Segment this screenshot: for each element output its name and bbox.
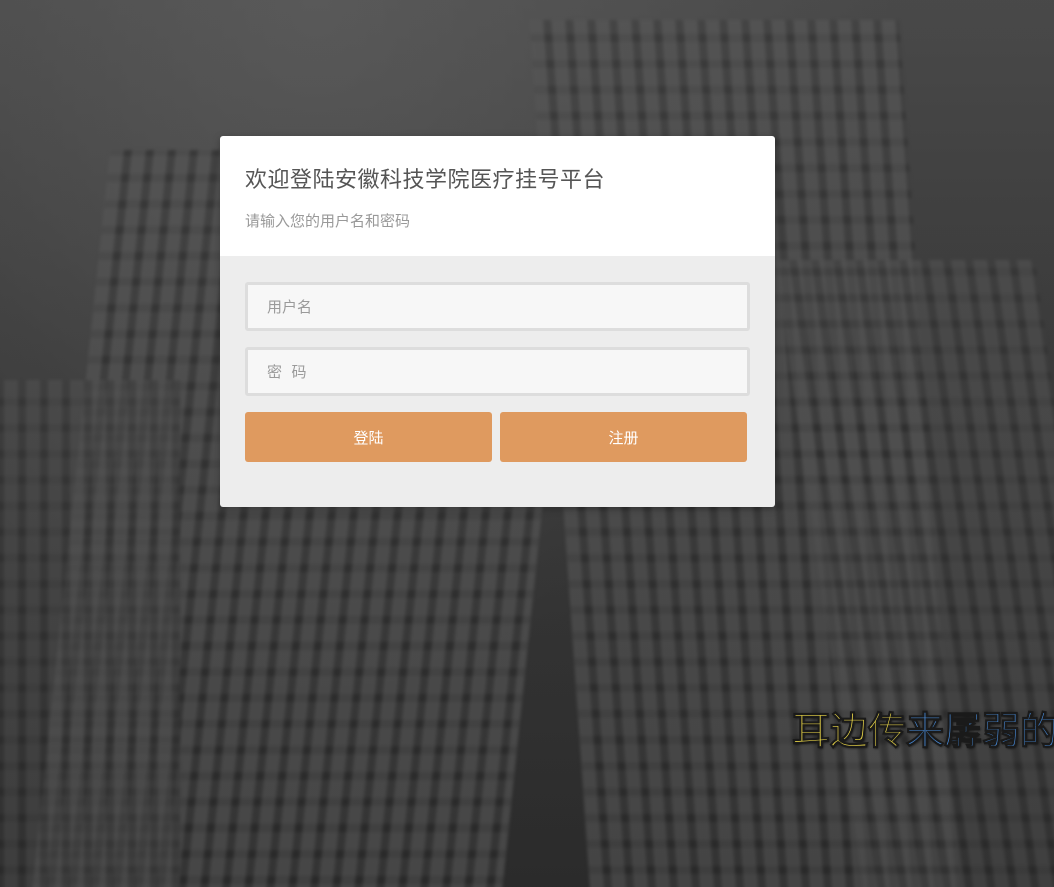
register-button[interactable]: 注册 xyxy=(500,412,747,462)
lyric-subtitle: 耳边传来孱弱的叫 xyxy=(791,700,1054,755)
username-input[interactable] xyxy=(245,282,750,331)
password-input[interactable] xyxy=(245,347,750,396)
login-button[interactable]: 登陆 xyxy=(245,412,492,462)
page-title: 欢迎登陆安徽科技学院医疗挂号平台 xyxy=(245,168,606,193)
lyric-sung-text: 耳边传 xyxy=(791,709,907,754)
login-subtitle: 请输入您的用户名和密码 xyxy=(245,212,411,230)
lyric-unsung-text: 来孱弱的叫 xyxy=(906,709,1054,754)
login-card-header: 欢迎登陆安徽科技学院医疗挂号平台 请输入您的用户名和密码 xyxy=(220,136,775,256)
login-card: 欢迎登陆安徽科技学院医疗挂号平台 请输入您的用户名和密码 登陆 注册 xyxy=(220,136,775,507)
button-row: 登陆 注册 xyxy=(245,412,747,462)
login-form: 登陆 注册 xyxy=(220,256,775,507)
